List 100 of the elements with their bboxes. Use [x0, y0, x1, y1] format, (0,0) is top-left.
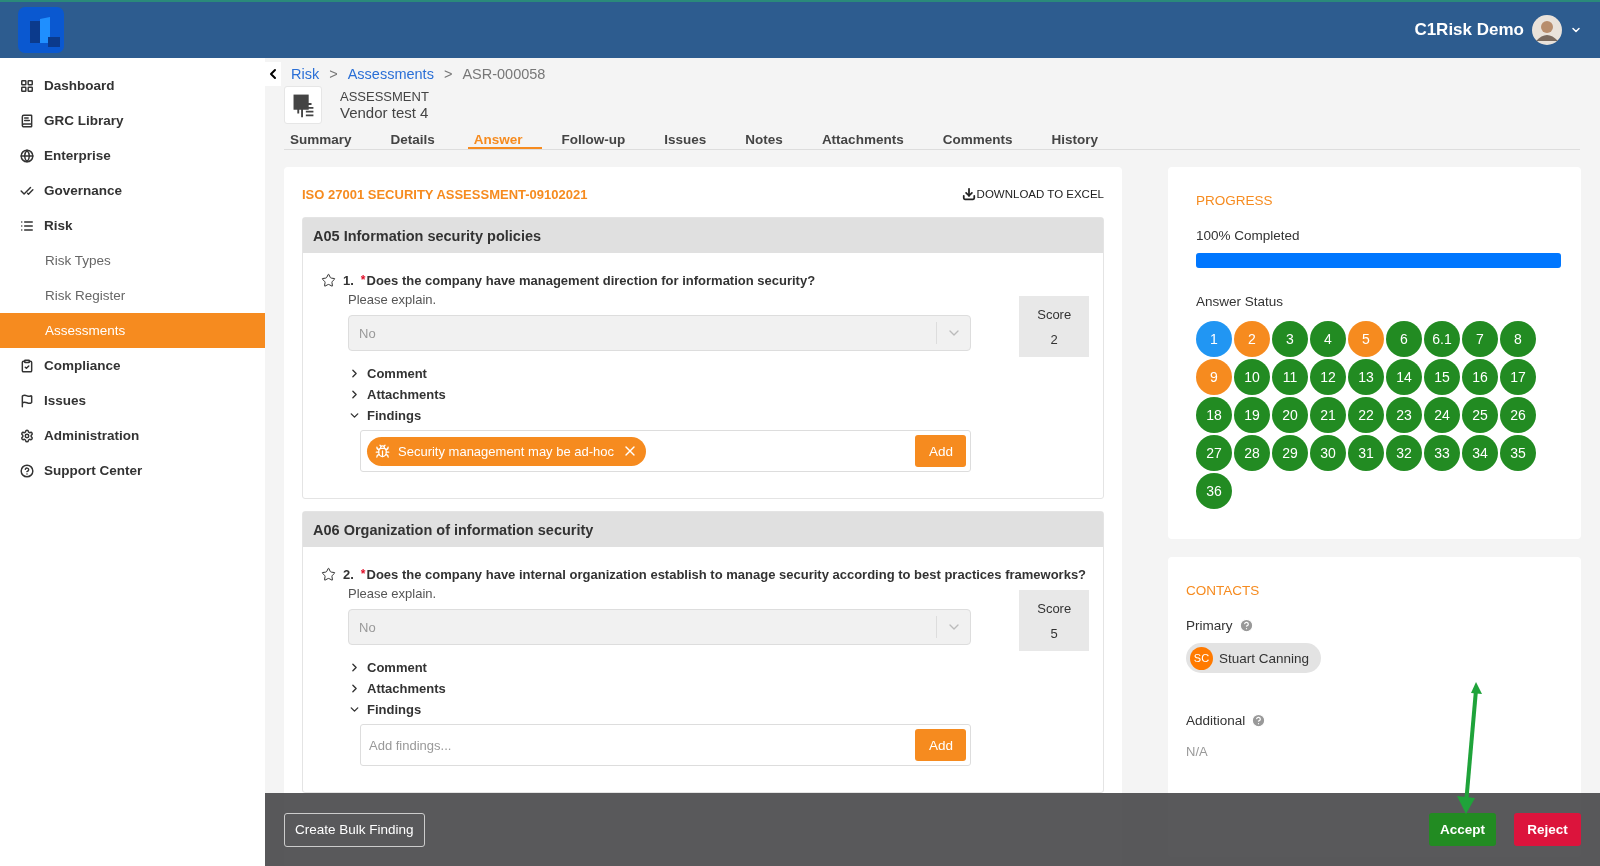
answer-status-dot[interactable]: 22: [1348, 397, 1384, 433]
answer-status-dot[interactable]: 27: [1196, 435, 1232, 471]
tab[interactable]: Follow-up: [555, 132, 645, 149]
back-button[interactable]: [265, 62, 281, 86]
breadcrumb-link[interactable]: Risk: [291, 66, 320, 82]
avatar-icon[interactable]: [1532, 15, 1562, 45]
answer-status-dot[interactable]: 3: [1272, 321, 1308, 357]
section-toggle[interactable]: Attachments: [348, 680, 972, 697]
answer-status-dot[interactable]: 2: [1234, 321, 1270, 357]
add-button[interactable]: Add: [915, 729, 967, 761]
section-title: A06 Organization of information security: [303, 512, 1103, 547]
tab[interactable]: Issues: [658, 132, 726, 149]
sidebar-item[interactable]: Dashboard: [0, 68, 265, 103]
sidebar-item[interactable]: Issues: [0, 383, 265, 418]
answer-status-dot[interactable]: 35: [1500, 435, 1536, 471]
answer-status-dot[interactable]: 6: [1386, 321, 1422, 357]
answer-status-dot[interactable]: 11: [1272, 359, 1308, 395]
tab[interactable]: Details: [384, 132, 454, 149]
sidebar-item[interactable]: Risk Types: [0, 243, 265, 278]
gear-icon: [20, 428, 34, 443]
findings-field[interactable]: Security management may be ad-hoc Add: [360, 430, 972, 472]
section-toggle[interactable]: Findings: [348, 701, 972, 718]
answer-status-dot[interactable]: 24: [1424, 397, 1460, 433]
answer-status-dot[interactable]: 8: [1500, 321, 1536, 357]
sidebar-item[interactable]: Support Center: [0, 453, 265, 488]
add-button[interactable]: Add: [915, 435, 967, 467]
answer-status-dot[interactable]: 15: [1424, 359, 1460, 395]
answer-status-dot[interactable]: 4: [1310, 321, 1346, 357]
reject-button[interactable]: Reject: [1514, 813, 1581, 846]
section-toggle[interactable]: Attachments: [348, 386, 972, 403]
document-stack-icon: [284, 86, 322, 124]
answer-select[interactable]: No: [348, 315, 972, 351]
answer-status-dot[interactable]: 21: [1310, 397, 1346, 433]
help-icon[interactable]: [1238, 618, 1254, 633]
help-icon: [20, 463, 34, 478]
answer-status-dot[interactable]: 23: [1386, 397, 1422, 433]
section-title: A05 Information security policies: [303, 218, 1103, 253]
answer-status-dot[interactable]: 31: [1348, 435, 1384, 471]
tab[interactable]: History: [1045, 132, 1117, 149]
download-link[interactable]: DOWNLOAD TO EXCEL: [961, 187, 1104, 201]
book-icon: [20, 113, 34, 128]
record-name: Vendor test 4: [340, 104, 429, 121]
answer-status-dot[interactable]: 29: [1272, 435, 1308, 471]
answer-status-dot[interactable]: 13: [1348, 359, 1384, 395]
breadcrumb-text: ASR-000058: [462, 66, 546, 82]
score-label: Score: [1037, 600, 1072, 616]
answer-status-dot[interactable]: 33: [1424, 435, 1460, 471]
sidebar-item[interactable]: GRC Library: [0, 103, 265, 138]
answer-status-dot[interactable]: 1: [1196, 321, 1232, 357]
additional-value: N/A: [1186, 744, 1209, 759]
answer-status-dot[interactable]: 12: [1310, 359, 1346, 395]
logo-icon[interactable]: [18, 7, 64, 53]
tab[interactable]: Summary: [284, 132, 371, 149]
answer-status-dot[interactable]: 18: [1196, 397, 1232, 433]
bug-icon: [375, 443, 390, 459]
answer-status-dot[interactable]: 14: [1386, 359, 1422, 395]
answer-status-dot[interactable]: 25: [1462, 397, 1498, 433]
sidebar-item[interactable]: Administration: [0, 418, 265, 453]
sidebar-item[interactable]: Governance: [0, 173, 265, 208]
tab[interactable]: Notes: [739, 132, 802, 149]
section-toggle[interactable]: Findings: [348, 407, 972, 424]
create-bulk-finding-button[interactable]: Create Bulk Finding: [284, 812, 425, 847]
answer-status-dot[interactable]: 9: [1196, 359, 1232, 395]
globe-icon: [20, 148, 34, 163]
sidebar-item[interactable]: Enterprise: [0, 138, 265, 173]
sidebar-item[interactable]: Risk Register: [0, 278, 265, 313]
answer-status-dot[interactable]: 7: [1462, 321, 1498, 357]
star-icon[interactable]: [321, 273, 336, 288]
answer-status-dot[interactable]: 17: [1500, 359, 1536, 395]
sidebar-item[interactable]: Assessments: [0, 313, 265, 348]
answer-status-dot[interactable]: 16: [1462, 359, 1498, 395]
answer-status-dot[interactable]: 36: [1196, 473, 1232, 509]
answer-select[interactable]: No: [348, 609, 972, 645]
breadcrumb-link[interactable]: Assessments: [347, 66, 434, 82]
answer-status-dot[interactable]: 6.1: [1424, 321, 1460, 357]
answer-status-dot[interactable]: 28: [1234, 435, 1270, 471]
sidebar-item[interactable]: Compliance: [0, 348, 265, 383]
answer-status-dot[interactable]: 19: [1234, 397, 1270, 433]
answer-status-dot[interactable]: 26: [1500, 397, 1536, 433]
answer-status-dot[interactable]: 10: [1234, 359, 1270, 395]
findings-field[interactable]: Add findings... Add: [360, 724, 972, 766]
breadcrumb-text: >: [329, 66, 338, 82]
tab[interactable]: Comments: [936, 132, 1032, 149]
score-value: 2: [1050, 331, 1058, 347]
answer-status-dot[interactable]: 32: [1386, 435, 1422, 471]
list-icon: [20, 218, 34, 233]
section-toggle[interactable]: Comment: [348, 659, 972, 676]
sidebar-item[interactable]: Risk: [0, 208, 265, 243]
answer-status-dot[interactable]: 20: [1272, 397, 1308, 433]
answer-status-dot[interactable]: 34: [1462, 435, 1498, 471]
accept-button[interactable]: Accept: [1429, 813, 1496, 846]
section-toggle[interactable]: Comment: [348, 365, 972, 382]
tab[interactable]: Answer: [467, 132, 542, 149]
progress-label: 100% Completed: [1196, 228, 1301, 243]
contacts-title: CONTACTS: [1186, 583, 1261, 598]
help-icon[interactable]: [1251, 713, 1267, 728]
tab[interactable]: Attachments: [815, 132, 923, 149]
answer-status-dot[interactable]: 5: [1348, 321, 1384, 357]
answer-status-dot[interactable]: 30: [1310, 435, 1346, 471]
star-icon[interactable]: [321, 567, 336, 582]
